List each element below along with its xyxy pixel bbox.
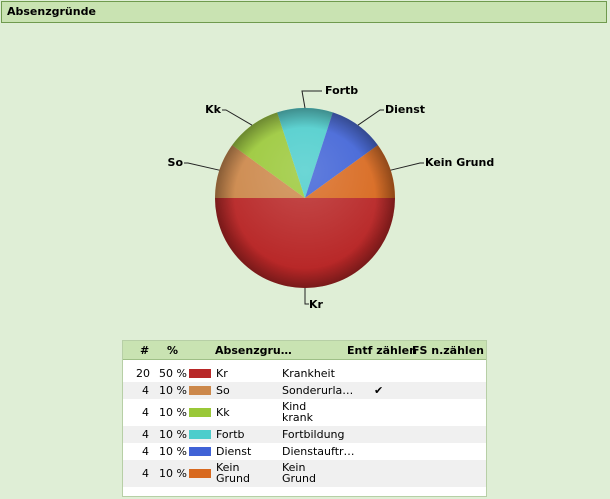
slice-label: So bbox=[168, 156, 184, 169]
leader-line bbox=[222, 109, 253, 126]
legend-rows: 20 50 % Kr Krankheit 4 10 % So Sonderurl… bbox=[123, 365, 486, 487]
header-entf[interactable]: Entf zählen bbox=[347, 344, 417, 357]
header-reason[interactable]: Absenzgru… bbox=[215, 344, 292, 357]
table-row[interactable]: 4 10 % Dienst Dienstauftr… bbox=[123, 443, 486, 460]
row-percent: 10 % bbox=[159, 445, 187, 458]
row-count: 4 bbox=[142, 406, 149, 419]
row-short: Fortb bbox=[216, 428, 245, 441]
slice-label: Dienst bbox=[385, 103, 425, 116]
color-swatch bbox=[189, 469, 211, 478]
row-name: Krankheit bbox=[282, 367, 335, 380]
row-name: Fortbildung bbox=[282, 428, 345, 441]
row-name: Kind krank bbox=[282, 400, 313, 424]
row-name: Dienstauftr… bbox=[282, 445, 355, 458]
row-count: 4 bbox=[142, 428, 149, 441]
leader-line bbox=[390, 162, 424, 171]
legend-header: # % Absenzgru… Entf zählen FS n.zählen bbox=[123, 341, 486, 360]
pie-chart: Kr So Kk Fortb Dienst Kein Grund bbox=[0, 0, 610, 330]
row-short: So bbox=[216, 384, 230, 397]
table-row[interactable]: 4 10 % So Sonderurla… ✔ bbox=[123, 382, 486, 399]
pie-chart-svg: Kr So Kk Fortb Dienst Kein Grund bbox=[168, 84, 495, 311]
leader-line bbox=[357, 109, 384, 126]
slice-label: Kein Grund bbox=[425, 156, 494, 169]
row-percent: 10 % bbox=[159, 428, 187, 441]
row-name: Kein Grund bbox=[282, 461, 316, 485]
row-percent: 10 % bbox=[159, 406, 187, 419]
header-fs[interactable]: FS n.zählen bbox=[412, 344, 484, 357]
row-short: Kein Grund bbox=[216, 461, 250, 485]
row-short: Kk bbox=[216, 406, 230, 419]
row-short: Kr bbox=[216, 367, 228, 380]
table-row[interactable]: 20 50 % Kr Krankheit bbox=[123, 365, 486, 382]
slice-label: Kk bbox=[205, 103, 222, 116]
row-count: 4 bbox=[142, 467, 149, 480]
row-name: Sonderurla… bbox=[282, 384, 354, 397]
legend-table: # % Absenzgru… Entf zählen FS n.zählen 2… bbox=[122, 340, 487, 497]
header-count[interactable]: # bbox=[140, 344, 149, 357]
row-percent: 10 % bbox=[159, 384, 187, 397]
table-row[interactable]: 4 10 % Kk Kind krank bbox=[123, 399, 486, 426]
slice-label: Kr bbox=[309, 298, 324, 311]
color-swatch bbox=[189, 369, 211, 378]
color-swatch bbox=[189, 447, 211, 456]
header-percent[interactable]: % bbox=[167, 344, 178, 357]
row-count: 4 bbox=[142, 384, 149, 397]
entf-check[interactable]: ✔ bbox=[374, 384, 383, 397]
row-count: 20 bbox=[136, 367, 150, 380]
table-row[interactable]: 4 10 % Fortb Fortbildung bbox=[123, 426, 486, 443]
row-short: Dienst bbox=[216, 445, 252, 458]
leader-line bbox=[301, 90, 322, 109]
row-percent: 10 % bbox=[159, 467, 187, 480]
slice-label: Fortb bbox=[325, 84, 358, 97]
table-row[interactable]: 4 10 % Kein Grund Kein Grund bbox=[123, 460, 486, 487]
color-swatch bbox=[189, 386, 211, 395]
row-percent: 50 % bbox=[159, 367, 187, 380]
color-swatch bbox=[189, 430, 211, 439]
pie-highlight bbox=[215, 108, 395, 288]
row-count: 4 bbox=[142, 445, 149, 458]
color-swatch bbox=[189, 408, 211, 417]
leader-line bbox=[184, 162, 220, 171]
